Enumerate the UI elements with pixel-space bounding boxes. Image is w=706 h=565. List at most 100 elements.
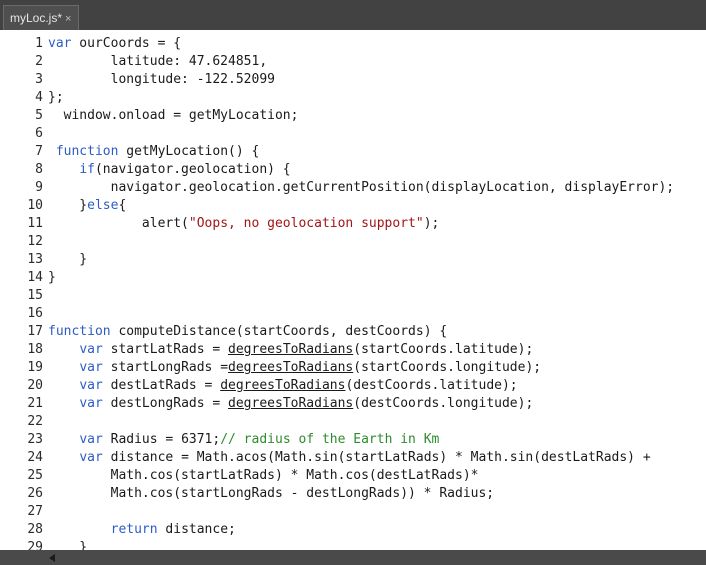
- code-text: longitude: -122.52099: [48, 71, 275, 89]
- line-number: 16: [27, 306, 43, 321]
- scroll-left-arrow-icon[interactable]: [49, 554, 55, 562]
- code-token: window.onload = getMyLocation;: [48, 108, 299, 123]
- tab-bar: myLoc.js* ×: [0, 0, 706, 30]
- line-number: 9: [35, 180, 43, 195]
- code-token: }: [48, 252, 88, 267]
- code-token: );: [423, 216, 440, 231]
- code-text: Math.cos(startLongRads - destLongRads)) …: [48, 485, 495, 503]
- code-token: startLongRads =: [102, 360, 229, 375]
- code-token: }: [48, 198, 88, 213]
- code-token: Math.cos(startLongRads - destLongRads)) …: [48, 486, 495, 501]
- code-token: // radius of the Earth in Km: [220, 432, 440, 447]
- code-text: }: [48, 269, 56, 287]
- code-text: return distance;: [48, 521, 236, 539]
- code-token: var: [79, 360, 103, 375]
- line-number: 10: [27, 198, 43, 213]
- code-token: if: [79, 162, 95, 177]
- code-token: latitude: 47.624851,: [48, 54, 268, 69]
- line-number: 8: [35, 162, 43, 177]
- code-token: navigator.geolocation.getCurrentPosition…: [48, 180, 675, 195]
- code-text: alert("Oops, no geolocation support");: [48, 215, 439, 233]
- code-token: distance = Math.acos(Math.sin(startLatRa…: [102, 450, 651, 465]
- code-text: var destLatRads = degreesToRadians(destC…: [48, 377, 518, 395]
- code-token: startLatRads =: [102, 342, 229, 357]
- code-token: degreesToRadians: [228, 342, 354, 357]
- code-token: (startCoords.latitude);: [353, 342, 534, 357]
- line-number: 25: [27, 468, 43, 483]
- code-token: computeDistance(startCoords, destCoords)…: [110, 324, 448, 339]
- code-token: (navigator.geolocation) {: [94, 162, 291, 177]
- code-text: var ourCoords = {: [48, 35, 181, 53]
- line-number: 5: [35, 108, 43, 123]
- code-token: }: [48, 540, 88, 550]
- code-text: var distance = Math.acos(Math.sin(startL…: [48, 449, 651, 467]
- code-token: var: [79, 396, 103, 411]
- code-token: ourCoords = {: [71, 36, 182, 51]
- line-number: 26: [27, 486, 43, 501]
- line-number: 13: [27, 252, 43, 267]
- horizontal-scrollbar[interactable]: [0, 550, 706, 565]
- tab-file[interactable]: myLoc.js* ×: [3, 5, 79, 30]
- code-token: function: [55, 144, 119, 159]
- close-icon[interactable]: ×: [65, 13, 71, 25]
- code-token: var: [79, 378, 103, 393]
- code-token: (startCoords.longitude);: [353, 360, 542, 375]
- code-text: Math.cos(startLatRads) * Math.cos(destLa…: [48, 467, 479, 485]
- line-number: 3: [35, 72, 43, 87]
- code-token: degreesToRadians: [220, 378, 346, 393]
- code-text: };: [48, 89, 64, 107]
- line-number: 21: [27, 396, 43, 411]
- code-token: (destCoords.longitude);: [353, 396, 534, 411]
- tab-label: myLoc.js*: [10, 11, 63, 25]
- line-number: 12: [27, 234, 43, 249]
- code-token: (destCoords.latitude);: [345, 378, 518, 393]
- code-token: var: [79, 450, 103, 465]
- code-token: longitude: -122.52099: [48, 72, 275, 87]
- code-token: alert(: [48, 216, 189, 231]
- code-editor[interactable]: 1 var ourCoords = { 2 latitude: 47.624851,…: [0, 30, 706, 550]
- code-token: function: [48, 324, 111, 339]
- line-number: 17: [27, 324, 43, 339]
- code-token: var: [48, 36, 72, 51]
- code-text: var startLatRads = degreesToRadians(star…: [48, 341, 533, 359]
- code-token: {: [118, 198, 127, 213]
- code-text: }: [48, 539, 87, 550]
- code-text: var Radius = 6371;// radius of the Earth…: [48, 431, 439, 449]
- code-token: destLatRads =: [102, 378, 221, 393]
- line-number: 7: [35, 144, 43, 159]
- line-number: 1: [35, 36, 43, 51]
- code-text: navigator.geolocation.getCurrentPosition…: [48, 179, 675, 197]
- code-token: degreesToRadians: [228, 360, 354, 375]
- line-number: 15: [27, 288, 43, 303]
- line-number: 24: [27, 450, 43, 465]
- code-token: getMyLocation() {: [118, 144, 260, 159]
- code-token: else: [87, 198, 119, 213]
- line-number: 14: [27, 270, 43, 285]
- code-text: var startLongRads =degreesToRadians(star…: [48, 359, 541, 377]
- line-number: 19: [27, 360, 43, 375]
- line-number: 28: [27, 522, 43, 537]
- code-token: distance;: [157, 522, 236, 537]
- code-token: "Oops, no geolocation support": [188, 216, 424, 231]
- code-token: }: [48, 270, 56, 285]
- code-token: Radius = 6371;: [102, 432, 221, 447]
- code-text: if(navigator.geolocation) {: [48, 161, 291, 179]
- line-number: 4: [35, 90, 43, 105]
- line-number: 2: [35, 54, 43, 69]
- code-token: var: [79, 432, 103, 447]
- code-token: degreesToRadians: [228, 396, 354, 411]
- line-number: 22: [27, 414, 43, 429]
- code-text: window.onload = getMyLocation;: [48, 107, 299, 125]
- code-token: var: [79, 342, 103, 357]
- line-number: 18: [27, 342, 43, 357]
- line-number: 11: [27, 216, 43, 231]
